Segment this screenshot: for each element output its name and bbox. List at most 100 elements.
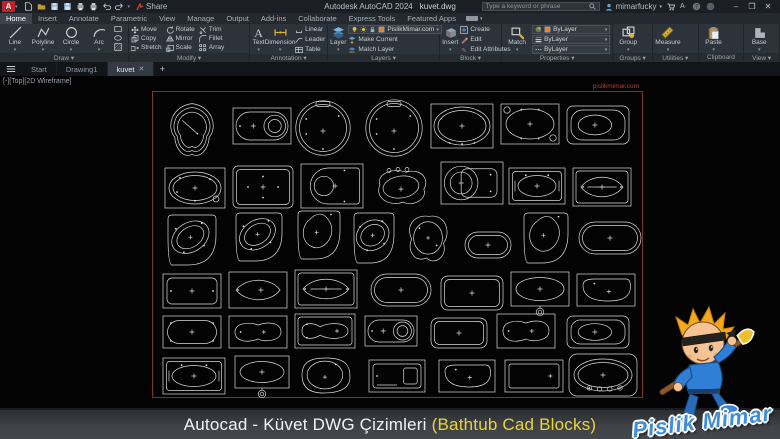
bathtub-block-rwavy xyxy=(229,316,287,348)
bathtub-block-rwavy xyxy=(497,314,555,348)
panel-label-view[interactable]: View ▾ xyxy=(744,53,779,62)
save-icon[interactable] xyxy=(50,2,59,11)
layer-select[interactable]: PislikMimar.com▾ xyxy=(348,25,441,34)
maximize-button[interactable]: ❐ xyxy=(744,2,760,11)
stretch-button[interactable]: Stretch xyxy=(131,43,162,52)
quick-access-toolbar: ▾ xyxy=(24,2,131,11)
panel-label-annotation[interactable]: Annotation ▾ xyxy=(250,54,327,62)
svg-text:?: ? xyxy=(695,4,698,10)
panel-label-draw[interactable]: Draw ▾ xyxy=(0,53,128,62)
arc-button[interactable]: Arc▾ xyxy=(86,25,112,53)
linear-button[interactable]: Linear xyxy=(295,25,325,34)
make-current-button[interactable]: Make Current xyxy=(348,35,441,44)
rect-tool-icon[interactable] xyxy=(114,25,122,33)
save-as-icon[interactable] xyxy=(63,2,72,11)
ribbon-tab-parametric[interactable]: Parametric xyxy=(105,13,153,24)
line-button[interactable]: Line▾ xyxy=(2,25,28,53)
ribbon-panel-view: Base▾View ▾ xyxy=(744,24,780,62)
panel-label-properties[interactable]: Properties ▾ xyxy=(502,54,612,62)
file-tab-drawing1[interactable]: Drawing1 xyxy=(57,62,108,76)
layer-button[interactable]: Layer▾ xyxy=(330,25,346,53)
circle-button[interactable]: Circle▾ xyxy=(58,25,84,53)
object-color-select[interactable]: ByLayer▾ xyxy=(532,25,610,34)
ribbon: Line▾ Polyline▾ Circle▾ Arc▾Draw ▾ Move Ro… xyxy=(0,24,780,62)
leader-button[interactable]: Leader xyxy=(295,35,325,44)
match-layer-button[interactable]: Match Layer xyxy=(348,45,441,54)
array-button[interactable]: Array xyxy=(199,43,225,52)
ribbon-tab-annotate[interactable]: Annotate xyxy=(63,13,105,24)
share-button[interactable]: Share xyxy=(136,2,167,11)
help-icon[interactable]: ? xyxy=(692,2,701,11)
open-folder-icon[interactable] xyxy=(37,2,46,11)
lineweight-select[interactable]: ByLayer▾ xyxy=(532,35,610,44)
layer-name: PislikMimar.com xyxy=(387,26,434,33)
panel-label-block[interactable]: Block ▾ xyxy=(440,54,501,62)
minimize-button[interactable]: – xyxy=(728,2,744,11)
copy-button[interactable]: Copy xyxy=(131,34,162,43)
ribbon-tab-bar: HomeInsertAnnotateParametricViewManageOu… xyxy=(0,13,780,24)
measure-button[interactable]: Measure▾ xyxy=(655,25,681,53)
new-tab-button[interactable]: + xyxy=(154,62,170,76)
paste-button[interactable]: Paste▾ xyxy=(701,25,727,53)
panel-label-clipboard[interactable]: Clipboard xyxy=(699,53,744,62)
ribbon-tab-insert[interactable]: Insert xyxy=(32,13,63,24)
undo-icon[interactable] xyxy=(102,2,111,11)
group-button[interactable]: Group▾ xyxy=(615,25,641,53)
panel-label-modify[interactable]: Modify ▾ xyxy=(129,53,249,62)
ribbon-tab-express-tools[interactable]: Express Tools xyxy=(343,13,402,24)
ribbon-tab-manage[interactable]: Manage xyxy=(181,13,220,24)
ribbon-tab-output[interactable]: Output xyxy=(220,13,255,24)
linetype-select[interactable]: ByLayer▾ xyxy=(532,45,610,54)
mirror-button[interactable]: Mirror xyxy=(166,34,195,43)
search-input[interactable]: Type a keyword or phrase xyxy=(482,2,600,11)
text-button[interactable]: A Text▾ xyxy=(252,25,265,53)
ellipse-tool-icon[interactable] xyxy=(114,34,122,42)
move-button[interactable]: Move xyxy=(131,25,162,34)
customize-icon[interactable]: ▾ xyxy=(128,4,131,10)
search-icon[interactable] xyxy=(589,3,596,10)
viewport-controls: [-][Top][2D Wireframe] xyxy=(3,78,71,85)
visual-style-control[interactable]: [2D Wireframe] xyxy=(24,78,71,85)
view-control[interactable]: [Top] xyxy=(9,78,24,85)
dimension-button[interactable]: Dimension▾ xyxy=(267,25,293,53)
autodesk-apps-icon[interactable]: A· xyxy=(680,3,687,10)
autocad-window: A ▾ ▾ Share Autodesk AutoCAD 2024kuvet.d… xyxy=(0,0,780,439)
rotate-button[interactable]: Rotate xyxy=(166,25,195,34)
trim-button[interactable]: Trim xyxy=(199,25,225,34)
app-menu-arrow-icon[interactable]: ▾ xyxy=(15,4,18,10)
bathtub-block-rhour xyxy=(295,314,355,348)
panel-label-groups[interactable]: Groups ▾ xyxy=(613,53,652,62)
redo-icon[interactable] xyxy=(115,2,124,11)
file-tabs-menu-icon[interactable] xyxy=(0,62,22,76)
polyline-button[interactable]: Polyline▾ xyxy=(30,25,56,53)
file-tab-start[interactable]: Start xyxy=(22,62,57,76)
insert-button[interactable]: Insert▾ xyxy=(442,25,458,53)
ribbon-tab-home[interactable]: Home xyxy=(0,13,32,24)
close-tab-icon[interactable]: ✕ xyxy=(138,65,144,73)
fillet-button[interactable]: Fillet xyxy=(199,34,225,43)
user-account-button[interactable]: mimarfucky ▾ xyxy=(605,2,662,11)
bathtub-block-rcapc xyxy=(365,316,417,346)
autocad-app-logo-icon[interactable]: A xyxy=(2,1,15,12)
panel-label-layers[interactable]: Layers ▾ xyxy=(328,54,439,62)
file-tab-kuvet[interactable]: kuvet✕ xyxy=(108,62,155,76)
scale-button[interactable]: Scale xyxy=(166,43,195,52)
bathtub-block-prect xyxy=(505,360,563,392)
app-store-cart-icon[interactable] xyxy=(667,3,675,11)
match-button[interactable]: Match▾ xyxy=(504,25,530,53)
user-menu-arrow-icon[interactable]: ▾ xyxy=(659,4,662,10)
base-button[interactable]: Base▾ xyxy=(746,25,772,53)
ribbon-tab-add-ins[interactable]: Add-ins xyxy=(255,13,292,24)
print-icon[interactable] xyxy=(89,2,98,11)
ribbon-tab-collaborate[interactable]: Collaborate xyxy=(292,13,342,24)
new-file-icon[interactable] xyxy=(24,2,33,11)
ribbon-tab-featured-apps[interactable]: Featured Apps xyxy=(401,13,462,24)
ribbon-display-toggle[interactable]: ▾ xyxy=(466,13,483,24)
plot-icon[interactable] xyxy=(76,2,85,11)
ribbon-tab-view[interactable]: View xyxy=(153,13,181,24)
hatch-tool-icon[interactable] xyxy=(114,43,122,51)
close-button[interactable]: ✕ xyxy=(760,2,776,11)
notification-icon[interactable] xyxy=(706,2,715,11)
panel-label-utilities[interactable]: Utilities ▾ xyxy=(653,53,698,62)
table-button[interactable]: Table xyxy=(295,45,325,54)
